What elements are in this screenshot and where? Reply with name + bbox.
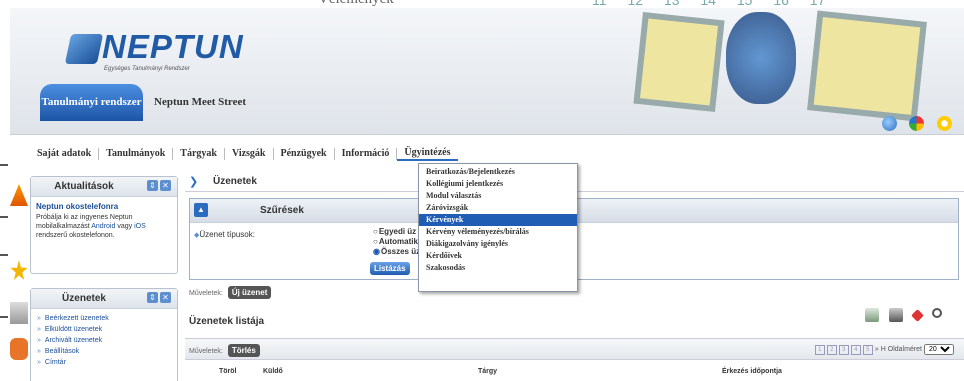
letter-a-icon xyxy=(10,184,28,206)
page-size-select[interactable]: 20 xyxy=(924,344,954,355)
dropdown-item-dormitory[interactable]: Kollégiumi jelentkezés xyxy=(419,178,577,190)
main-menu: Saját adatok Tanulmányok Tárgyak Vizsgák… xyxy=(10,143,964,165)
list-tools xyxy=(865,308,942,322)
close-icon[interactable]: ✕ xyxy=(160,292,171,303)
system-tab[interactable]: Tanulmányi rendszer xyxy=(40,84,143,121)
sidebar: Aktualitások ⇕ ✕ Neptun okostelefonra Pró… xyxy=(10,170,178,381)
menu-item-targyak[interactable]: Tárgyak xyxy=(173,148,225,160)
page-4[interactable]: 4 xyxy=(850,344,861,355)
list-toolbar: Műveletek: Törlés 1 2 3 4 5 » H Oldalmér… xyxy=(185,338,964,360)
sidebar-item-settings[interactable]: Beállítások xyxy=(37,346,171,357)
page-3[interactable]: 3 xyxy=(838,344,849,355)
operations-label: Műveletek: xyxy=(189,290,223,297)
android-link[interactable]: Android xyxy=(91,223,115,230)
list-title: Üzenetek listája xyxy=(189,316,265,327)
page-title: Üzenetek xyxy=(213,176,257,187)
search-icon[interactable] xyxy=(932,308,942,318)
background-window-strip: Vélemények 11 12 13 14 15 16 17 xyxy=(0,0,964,8)
last-page-button[interactable]: H xyxy=(881,346,886,353)
background-calendar: 11 12 13 14 15 16 17 xyxy=(592,0,842,8)
radio-all[interactable]: Összes üz xyxy=(373,247,420,257)
news-box-title: Aktualitások xyxy=(54,181,114,192)
app-header: NEPTUN Egységes Tanulmányi Rendszer Tanu… xyxy=(10,8,964,135)
dropdown-item-questionnaires[interactable]: Kérdőívek xyxy=(419,250,577,262)
menu-item-tanulmanyok[interactable]: Tanulmányok xyxy=(99,148,174,160)
sidebar-item-inbox[interactable]: Beérkezett üzenetek xyxy=(37,313,171,324)
column-arrival[interactable]: Érkezés időpontja xyxy=(722,368,782,375)
sidebar-item-directory[interactable]: Címtár xyxy=(37,357,171,368)
ios-link[interactable]: iOS xyxy=(134,223,146,230)
ugyintezes-dropdown-menu: Beiratkozás/Bejelentkezés Kollégiumi jel… xyxy=(418,163,578,292)
column-sender[interactable]: Küldő xyxy=(263,368,283,375)
table-header: Töröl Küldő Tárgy Érkezés időpontja xyxy=(185,362,964,381)
calendar-day: 13 xyxy=(663,0,680,8)
radio-individual[interactable]: Egyedi üz xyxy=(373,227,420,237)
pager: 1 2 3 4 5 » H Oldalméret 20 xyxy=(814,344,954,355)
messages-box: Üzenetek ⇕✕ Beérkezett üzenetek Elküldöt… xyxy=(30,288,178,381)
menu-item-penzugyek[interactable]: Pénzügyek xyxy=(274,148,335,160)
chevron-right-icon: ❯ xyxy=(189,176,199,188)
calendar-day: 11 xyxy=(592,0,607,8)
dropdown-item-specialization[interactable]: Szakosodás xyxy=(419,262,577,274)
dropdown-item-module[interactable]: Modul választás xyxy=(419,190,577,202)
header-illustration xyxy=(630,8,964,134)
menu-item-vizsgak[interactable]: Vizsgák xyxy=(225,148,274,160)
menu-item-ugyintezes[interactable]: Ügyintézés xyxy=(397,147,458,161)
list-button[interactable]: Listázás xyxy=(370,262,410,275)
logo-text: NEPTUN xyxy=(102,28,244,65)
calendar-day: 12 xyxy=(627,0,644,8)
left-edge-markers xyxy=(0,150,10,381)
news-box: Aktualitások ⇕ ✕ Neptun okostelefonra Pró… xyxy=(30,176,178,274)
message-type-radios: Egyedi üz Automatik Összes üz xyxy=(373,227,420,257)
institution-name: Neptun Meet Street xyxy=(154,96,247,108)
dropdown-item-requests[interactable]: Kérvények xyxy=(419,214,577,226)
logo-subtitle: Egységes Tanulmányi Rendszer xyxy=(104,66,190,72)
print-icon[interactable] xyxy=(889,308,903,322)
menu-item-informacio[interactable]: Információ xyxy=(335,148,398,160)
collapse-toggle-icon[interactable]: ▲ xyxy=(194,203,208,217)
page-size-label: Oldalméret xyxy=(887,346,922,353)
page-1[interactable]: 1 xyxy=(814,344,825,355)
radio-automatic[interactable]: Automatik xyxy=(373,237,420,247)
delete-button[interactable]: Törlés xyxy=(227,344,260,357)
operations-bar: Műveletek: Új üzenet xyxy=(189,286,272,299)
dropdown-item-request-review[interactable]: Kérvény véleményezés/bírálás xyxy=(419,226,577,238)
news-title[interactable]: Neptun okostelefonra xyxy=(31,197,177,213)
star-icon xyxy=(10,260,28,281)
pin-icon[interactable] xyxy=(911,309,924,322)
export-excel-icon[interactable] xyxy=(865,308,879,322)
page-2[interactable]: 2 xyxy=(826,344,837,355)
help-icon[interactable] xyxy=(882,116,897,131)
dropdown-item-enrollment[interactable]: Beiratkozás/Bejelentkezés xyxy=(419,166,577,178)
minimize-icon[interactable]: ⇕ xyxy=(147,180,158,191)
messages-box-title: Üzenetek xyxy=(62,293,106,304)
dropdown-item-final-exams[interactable]: Záróvizsgák xyxy=(419,202,577,214)
neptun-logo-icon xyxy=(64,34,104,64)
list-operations-label: Műveletek: xyxy=(189,348,223,355)
new-message-button[interactable]: Új üzenet xyxy=(227,286,272,299)
calendar-icon xyxy=(10,302,28,324)
minimize-icon[interactable]: ⇕ xyxy=(147,292,158,303)
column-delete[interactable]: Töröl xyxy=(219,368,237,375)
sidebar-item-sent[interactable]: Elküldött üzenetek xyxy=(37,324,171,335)
column-subject[interactable]: Tárgy xyxy=(478,368,497,375)
close-icon[interactable]: ✕ xyxy=(160,180,171,191)
dropdown-item-student-card[interactable]: Diákigazolvány igénylés xyxy=(419,238,577,250)
news-body: Próbálja ki az ingyenes Neptun mobilalka… xyxy=(36,214,146,239)
menu-item-sajat-adatok[interactable]: Saját adatok xyxy=(30,148,100,160)
filter-title: Szűrések xyxy=(260,205,304,216)
next-page-button[interactable]: » xyxy=(875,346,879,353)
background-text: Vélemények xyxy=(318,0,394,8)
color-theme-icon[interactable] xyxy=(909,116,925,131)
smiley-icon[interactable] xyxy=(936,116,952,131)
calendar-day: 14 xyxy=(700,0,716,8)
calendar-day: 16 xyxy=(773,0,789,8)
chat-icon xyxy=(10,338,28,360)
sidebar-item-archived[interactable]: Archivált üzenetek xyxy=(37,335,171,346)
calendar-day: 15 xyxy=(736,0,753,8)
calendar-day: 17 xyxy=(809,0,826,8)
message-type-label: Üzenet típusok: xyxy=(194,230,255,239)
page-5[interactable]: 5 xyxy=(862,344,873,355)
